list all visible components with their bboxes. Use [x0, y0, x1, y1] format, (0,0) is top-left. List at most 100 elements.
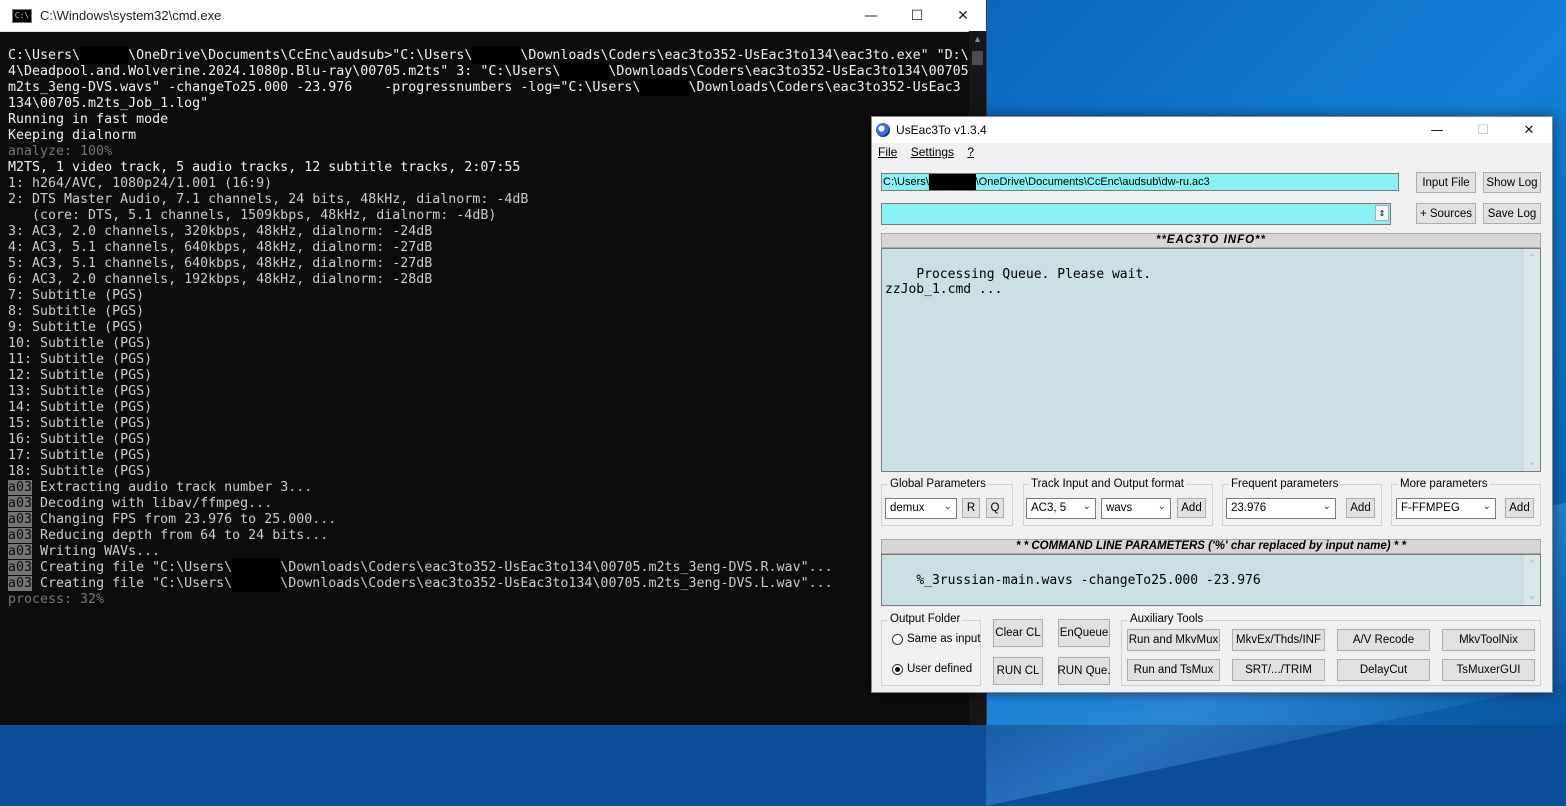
app-icon	[876, 123, 890, 137]
console-line-text: m2ts_3eng-DVS.wavs" -changeTo25.000 -23.…	[8, 80, 961, 96]
useac3to-window[interactable]: UsEac3To v1.3.4 — ☐ ✕ File Settings ? C:…	[871, 116, 1553, 693]
scroll-down-icon[interactable]: ⌄	[1524, 455, 1540, 469]
r-button[interactable]: R	[962, 498, 980, 518]
add-more-button[interactable]: Add	[1505, 498, 1534, 518]
console-line: 17: Subtitle (PGS)	[8, 448, 968, 464]
global-param-select[interactable]: demux ⌄	[885, 498, 957, 519]
more-param-select[interactable]: F-FFMPEG ⌄	[1396, 498, 1496, 519]
mkvtoolnix-button[interactable]: MkvToolNix	[1442, 629, 1535, 651]
av-recode-button[interactable]: A/V Recode	[1337, 629, 1430, 651]
console-line: C:\Users\██████\OneDrive\Documents\CcEnc…	[8, 48, 985, 64]
console-line: 7: Subtitle (PGS)	[8, 288, 968, 304]
console-line: M2TS, 1 video track, 5 audio tracks, 12 …	[8, 160, 968, 176]
same-as-input-radio[interactable]	[892, 634, 903, 645]
run-cl-button[interactable]: RUN CL	[993, 657, 1043, 685]
output-folder-label: Output Folder	[888, 613, 963, 625]
cmd-window[interactable]: C:\ C:\Windows\system32\cmd.exe — ☐ ✕ C:…	[0, 0, 987, 725]
console-line: 5: AC3, 5.1 channels, 640kbps, 48kHz, di…	[8, 256, 968, 272]
run-queue-button[interactable]: RUN Que.	[1057, 657, 1111, 685]
console-line-text: 3: AC3, 2.0 channels, 320kbps, 48kHz, di…	[8, 224, 433, 239]
track-tag: a03	[8, 544, 33, 559]
console-line-text: 8: Subtitle (PGS)	[8, 304, 145, 319]
scroll-up-icon[interactable]: ⌃	[1524, 557, 1540, 571]
console-line-text: C:\Users\██████\OneDrive\Documents\CcEnc…	[8, 48, 985, 64]
useac3to-titlebar[interactable]: UsEac3To v1.3.4 — ☐ ✕	[872, 117, 1552, 143]
track-input-select[interactable]: AC3, 5 ⌄	[1026, 498, 1096, 519]
enqueue-button[interactable]: EnQueue	[1058, 619, 1110, 647]
frequent-parameters-label: Frequent parameters	[1229, 478, 1341, 490]
eac3to-info-text[interactable]: Processing Queue. Please wait. zzJob_1.c…	[881, 248, 1541, 472]
console-line-text: 14: Subtitle (PGS)	[8, 400, 153, 415]
cmd-titlebar[interactable]: C:\ C:\Windows\system32\cmd.exe — ☐ ✕	[0, 0, 986, 32]
chevron-down-icon: ⌄	[1157, 501, 1166, 512]
clear-cl-button[interactable]: Clear CL	[993, 619, 1043, 647]
console-line-text: 6: AC3, 2.0 channels, 192kbps, 48kHz, di…	[8, 272, 433, 287]
close-button[interactable]: ✕	[1506, 117, 1552, 143]
console-line: analyze: 100%	[8, 144, 968, 160]
maximize-button[interactable]: ☐	[894, 0, 940, 31]
show-log-button[interactable]: Show Log	[1483, 172, 1541, 193]
track-input-value: AC3, 5	[1031, 502, 1067, 514]
command-line-text[interactable]: %_3russian-main.wavs -changeTo25.000 -23…	[881, 554, 1541, 606]
console-line: 13: Subtitle (PGS)	[8, 384, 968, 400]
minimize-button[interactable]: —	[848, 0, 894, 31]
console-line: Keeping dialnorm	[8, 128, 968, 144]
srt-trim-button[interactable]: SRT/.../TRIM	[1232, 659, 1325, 681]
console-line-text: 1: h264/AVC, 1080p24/1.001 (16:9)	[8, 176, 273, 191]
menu-file[interactable]: File	[878, 145, 897, 159]
console-line-text: 13: Subtitle (PGS)	[8, 384, 153, 399]
console-line-text: 10: Subtitle (PGS)	[8, 336, 153, 351]
chevron-down-icon: ⌄	[943, 501, 952, 512]
track-tag: a03	[8, 480, 33, 495]
q-button[interactable]: Q	[986, 498, 1004, 518]
console-line: 134\00705.m2ts_Job_1.log"	[8, 96, 968, 112]
add-frequent-button[interactable]: Add	[1346, 498, 1375, 518]
track-tag: a03	[8, 560, 33, 575]
minimize-button[interactable]: —	[1414, 117, 1460, 143]
output-format-value: wavs	[1106, 502, 1133, 514]
frequent-param-select[interactable]: 23.976 ⌄	[1226, 498, 1336, 519]
output-format-select[interactable]: wavs ⌄	[1101, 498, 1171, 519]
close-button[interactable]: ✕	[940, 0, 986, 31]
save-log-button[interactable]: Save Log	[1483, 203, 1541, 224]
run-and-mkvmux-button[interactable]: Run and MkvMux	[1127, 629, 1220, 651]
add-track-button[interactable]: Add	[1177, 498, 1206, 518]
menu-settings[interactable]: Settings	[911, 145, 954, 159]
console-line: a03 Creating file "C:\Users\██████\Downl…	[8, 560, 968, 576]
user-defined-radio[interactable]	[892, 664, 903, 675]
console-line: Running in fast mode	[8, 112, 968, 128]
console-line-text: Extracting audio track number 3...	[32, 480, 313, 495]
menu-bar: File Settings ?	[878, 145, 984, 163]
delaycut-button[interactable]: DelayCut	[1337, 659, 1430, 681]
console-line: 2: DTS Master Audio, 7.1 channels, 24 bi…	[8, 192, 968, 208]
add-sources-button[interactable]: + Sources	[1416, 203, 1476, 224]
scroll-up-icon[interactable]: ▲	[969, 31, 986, 48]
sources-spin-icon[interactable]: ⇕	[1375, 205, 1389, 221]
console-line: a03 Reducing depth from 64 to 24 bits...	[8, 528, 968, 544]
info-scrollbar[interactable]: ⌃ ⌄	[1524, 249, 1540, 471]
console-line-text: Creating file "C:\Users\██████\Downloads…	[32, 560, 833, 576]
console-line-text: Running in fast mode	[8, 112, 169, 127]
scroll-down-icon[interactable]: ⌄	[1524, 589, 1540, 603]
console-line-text: M2TS, 1 video track, 5 audio tracks, 12 …	[8, 160, 521, 175]
user-defined-label: User defined	[907, 663, 973, 675]
scroll-up-icon[interactable]: ⌃	[1524, 251, 1540, 265]
input-file-button[interactable]: Input File	[1416, 172, 1476, 193]
console-output[interactable]: C:\Users\██████\OneDrive\Documents\CcEnc…	[8, 48, 985, 608]
input-file-path[interactable]: C:\Users\██████\OneDrive\Documents\CcEnc…	[881, 173, 1399, 191]
console-line-text: 11: Subtitle (PGS)	[8, 352, 153, 367]
chevron-down-icon: ⌄	[1082, 501, 1091, 512]
cmd-scrollbar[interactable]: ⌃ ⌄	[1524, 555, 1540, 605]
mkvex-button[interactable]: MkvEx/Thds/INF	[1232, 629, 1325, 651]
chevron-down-icon: ⌄	[1482, 501, 1491, 512]
console-line-text: 2: DTS Master Audio, 7.1 channels, 24 bi…	[8, 192, 529, 207]
sources-field[interactable]	[881, 203, 1391, 225]
tsmuxergui-button[interactable]: TsMuxerGUI	[1442, 659, 1535, 681]
console-line-text: Decoding with libav/ffmpeg...	[32, 496, 273, 511]
console-line-text: 9: Subtitle (PGS)	[8, 320, 145, 335]
scrollbar-thumb[interactable]	[972, 51, 983, 65]
command-line-content: %_3russian-main.wavs -changeTo25.000 -23…	[916, 573, 1261, 588]
run-and-tsmux-button[interactable]: Run and TsMux	[1127, 659, 1220, 681]
console-line-text: Creating file "C:\Users\██████\Downloads…	[32, 576, 833, 592]
menu-help[interactable]: ?	[967, 145, 974, 159]
